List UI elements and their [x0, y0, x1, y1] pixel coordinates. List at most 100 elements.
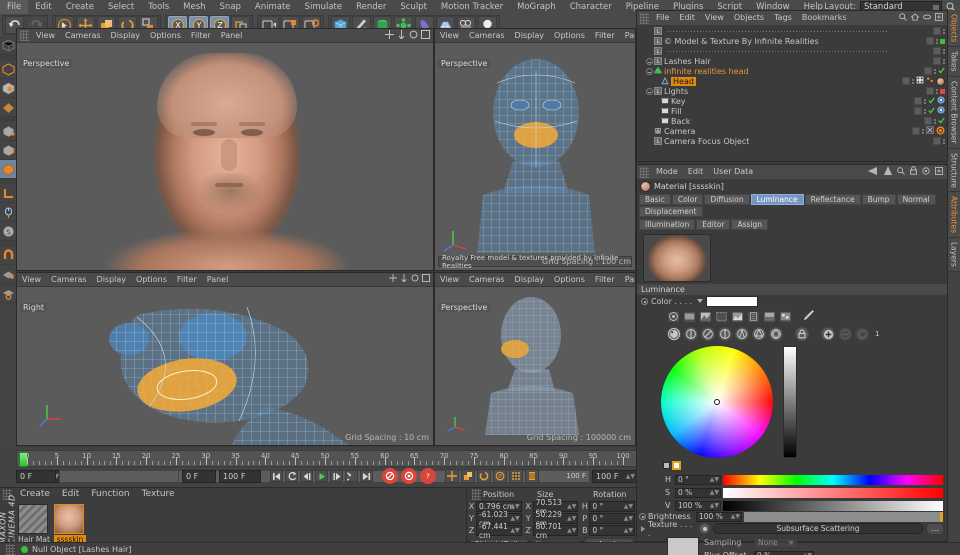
stepper-icon[interactable]: ▲▼ — [710, 489, 719, 496]
object-row[interactable]: L Lashes Hair — [637, 56, 947, 66]
expand-arrow-icon[interactable] — [641, 525, 645, 532]
target-tag-icon[interactable] — [937, 106, 945, 116]
attr-menu-edit[interactable]: Edit — [683, 165, 709, 179]
viewport-menu-cameras[interactable]: Cameras — [60, 29, 106, 43]
color-wheel[interactable] — [661, 346, 773, 458]
object-name[interactable]: Head — [671, 76, 696, 86]
object-name[interactable]: Lashes Hair — [664, 57, 711, 66]
object-menu-edit[interactable]: Edit — [674, 11, 700, 25]
attr-menu-userdata[interactable]: User Data — [708, 165, 758, 179]
blur-offset-field[interactable]: 0 % ▲▼ — [754, 550, 814, 555]
texture-mode-icon[interactable] — [0, 79, 16, 98]
layer-swatch-icon[interactable] — [933, 47, 941, 55]
hsv-field-v[interactable]: 100 % ▲▼ — [675, 500, 721, 511]
hsv-icon[interactable] — [699, 310, 712, 323]
play-forward-icon[interactable] — [315, 470, 328, 482]
menu-item-file[interactable]: File — [0, 0, 29, 14]
color-arrow-icon[interactable] — [697, 297, 704, 306]
material-tab-luminance[interactable]: Luminance — [750, 194, 804, 205]
loop-start-field[interactable]: 0 F — [182, 469, 216, 483]
expand-toggle-icon[interactable] — [646, 67, 653, 75]
up-arrow-icon[interactable] — [884, 166, 892, 178]
make-editable-icon[interactable] — [0, 36, 16, 55]
position-key-icon[interactable] — [445, 469, 459, 483]
kelvin-icon[interactable] — [715, 310, 728, 323]
menu-item-character[interactable]: Character — [563, 0, 619, 14]
rotation-field-h[interactable]: 0 ° ▲▼ — [589, 501, 636, 512]
object-row[interactable]: L Lights — [637, 86, 947, 96]
menu-item-render[interactable]: Render — [349, 0, 393, 14]
object-menu-file[interactable]: File — [651, 11, 674, 25]
fit-icon[interactable] — [935, 166, 943, 178]
object-name[interactable]: Back — [671, 117, 690, 126]
stepper-icon[interactable]: ▲▼ — [624, 503, 633, 510]
viewport-perspective-wire[interactable]: View Cameras Display Options Filter Pane… — [434, 28, 636, 271]
viewport4-menu-panel[interactable]: Panel — [620, 273, 635, 287]
object-menu-objects[interactable]: Objects — [729, 11, 769, 25]
reset-icon[interactable] — [855, 327, 869, 341]
dock-tab-content-browser[interactable]: Content Browser — [948, 76, 960, 149]
color-swatch[interactable] — [706, 296, 759, 307]
viewport-menu-filter[interactable]: Filter — [186, 29, 216, 43]
viewport-menu-options[interactable]: Options — [145, 29, 186, 43]
zoom-icon[interactable] — [400, 274, 408, 285]
material-tab-bump[interactable]: Bump — [861, 194, 896, 205]
stepper-icon[interactable]: ▲▼ — [624, 515, 633, 522]
background-swatch[interactable] — [663, 462, 670, 469]
material-tab-assign[interactable]: Assign — [731, 219, 768, 230]
wheel-complementary-icon[interactable] — [718, 327, 732, 341]
dock-tab-objects[interactable]: Objects — [948, 10, 960, 48]
material-menu-function[interactable]: Function — [85, 488, 135, 501]
wheel-triad-icon[interactable] — [752, 327, 766, 341]
texture-thumbnail[interactable] — [667, 537, 699, 555]
visibility-dots-icon[interactable] — [943, 28, 945, 34]
position-field-z[interactable]: -67.441 cm ▲▼ — [476, 522, 522, 540]
object-row[interactable]: L Camera Focus Object — [637, 136, 947, 146]
visibility-dots-icon[interactable] — [924, 98, 926, 104]
red-dot-tag[interactable] — [940, 88, 945, 94]
object-row[interactable]: infinite realities head — [637, 66, 947, 76]
maximize-view-icon[interactable] — [421, 29, 430, 42]
object-name[interactable]: infinite realities head — [664, 67, 749, 76]
polygon-mode-icon[interactable] — [0, 160, 16, 179]
rotation-field-p[interactable]: 0 ° ▲▼ — [589, 513, 636, 524]
viewport2-menu-cameras[interactable]: Cameras — [464, 29, 510, 43]
visibility-dots-icon[interactable] — [922, 128, 924, 134]
viewport3-menu-filter[interactable]: Filter — [172, 273, 202, 287]
search-icon[interactable] — [897, 166, 905, 178]
texture-tag-icon[interactable] — [936, 76, 945, 86]
wheel-basic-icon[interactable] — [667, 327, 681, 341]
viewport2-menu-panel[interactable]: Panel — [620, 29, 635, 43]
brightness-field[interactable]: 100 % ▲▼ — [696, 511, 742, 522]
viewport2-menu-display[interactable]: Display — [510, 29, 550, 43]
menu-item-tools[interactable]: Tools — [141, 0, 176, 14]
material-item-sssskin[interactable]: sssskin — [54, 504, 86, 544]
object-row[interactable]: L © Model & Texture By Infinite Realities — [637, 36, 947, 46]
point-level-anim-icon[interactable] — [509, 469, 523, 483]
object-menu-bookmarks[interactable]: Bookmarks — [797, 11, 852, 25]
material-menu-texture[interactable]: Texture — [136, 488, 181, 501]
protection-tag-icon[interactable] — [926, 126, 934, 136]
visibility-dots-icon[interactable] — [943, 138, 945, 144]
expand-toggle-icon[interactable] — [646, 57, 653, 65]
visibility-dots-icon[interactable] — [943, 58, 945, 64]
layer-swatch-icon[interactable] — [914, 97, 922, 105]
object-row[interactable]: Head — [637, 76, 947, 86]
visibility-dots-icon[interactable] — [934, 118, 936, 124]
menu-item-snap[interactable]: Snap — [213, 0, 248, 14]
home-icon[interactable] — [910, 12, 920, 24]
go-to-start-icon[interactable] — [270, 470, 283, 482]
scale-key-icon[interactable] — [461, 469, 475, 483]
visibility-dots-icon[interactable] — [943, 48, 945, 54]
color-radio-icon[interactable] — [641, 298, 648, 305]
visibility-dots-icon[interactable] — [936, 88, 938, 94]
menu-item-sculpt[interactable]: Sculpt — [393, 0, 434, 14]
material-menu-create[interactable]: Create — [14, 488, 56, 501]
viewport4-menu-filter[interactable]: Filter — [590, 273, 620, 287]
object-name[interactable]: Fill — [671, 107, 682, 116]
viewport-perspective-small[interactable]: View Cameras Display Options Filter Pane… — [434, 272, 636, 446]
viewport4-menu-display[interactable]: Display — [510, 273, 550, 287]
material-tab-diffusion[interactable]: Diffusion — [704, 194, 750, 205]
color-wheel-cursor[interactable] — [714, 399, 720, 405]
stepper-icon[interactable]: ▲▼ — [624, 527, 633, 534]
